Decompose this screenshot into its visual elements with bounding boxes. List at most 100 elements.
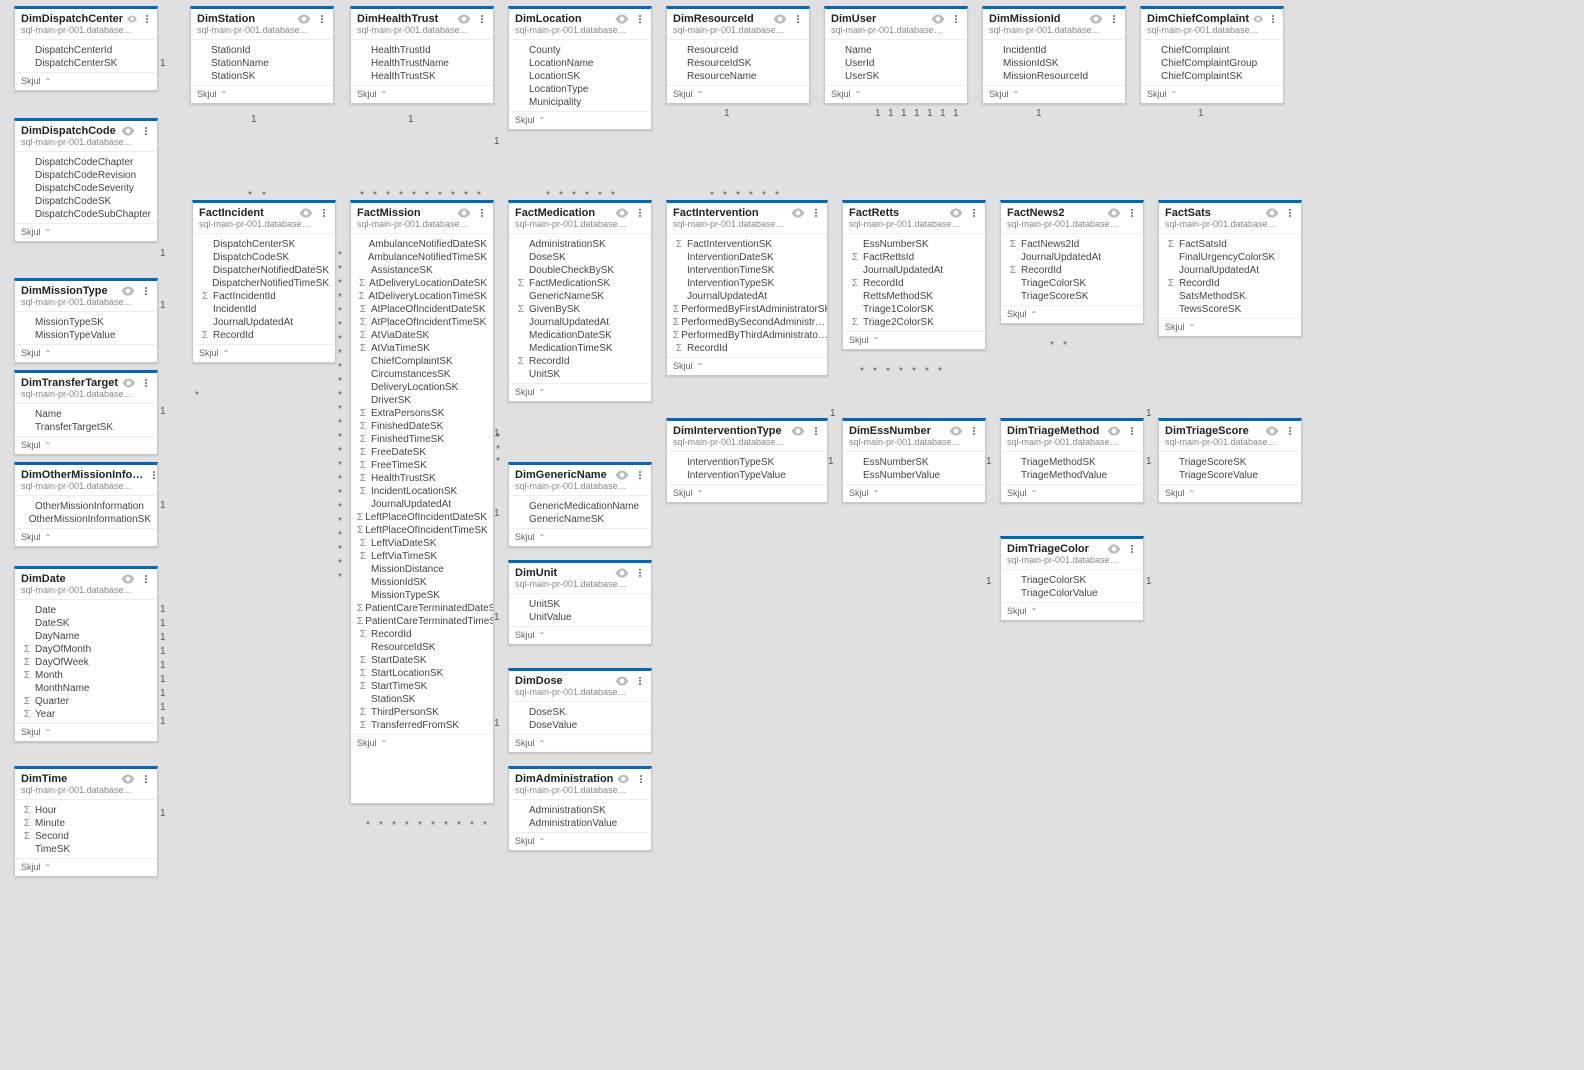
table-header[interactable]: FactRetts (843, 203, 985, 219)
table-DimTriageMethod[interactable]: DimTriageMethodsql-main-pr-001.database…… (1000, 418, 1144, 503)
field-row[interactable]: ΣTriage2ColorSK (843, 316, 985, 329)
field-row[interactable]: JournalUpdatedAt (193, 316, 335, 329)
field-row[interactable]: JournalUpdatedAt (1001, 251, 1143, 264)
table-DimTime[interactable]: DimTimesql-main-pr-001.database…ΣHourΣMi… (14, 766, 158, 877)
field-row[interactable]: UnitSK (509, 368, 651, 381)
more-options-icon[interactable] (153, 471, 155, 479)
collapse-toggle[interactable]: Skjul⌃ (1141, 85, 1283, 103)
field-row[interactable]: TriageColorValue (1001, 587, 1143, 600)
field-row[interactable]: AmbulanceNotifiedDateSK (351, 238, 493, 251)
more-options-icon[interactable] (1109, 15, 1119, 23)
field-row[interactable]: ΣPatientCareTerminatedDateSK (351, 602, 493, 615)
table-DimStation[interactable]: DimStationsql-main-pr-001.database…Stati… (190, 6, 334, 104)
field-row[interactable]: UnitSK (509, 598, 651, 611)
collapse-toggle[interactable]: Skjul⌃ (509, 528, 651, 546)
more-options-icon[interactable] (141, 575, 151, 583)
field-row[interactable]: MissionIdSK (351, 576, 493, 589)
field-row[interactable]: DispatchCodeChapter (15, 156, 157, 169)
field-row[interactable]: ΣLeftPlaceOfIncidentDateSK (351, 511, 493, 524)
field-row[interactable]: ΣMinute (15, 817, 157, 830)
collapse-toggle[interactable]: Skjul⌃ (1001, 305, 1143, 323)
table-DimUser[interactable]: DimUsersql-main-pr-001.database…NameUser… (824, 6, 968, 104)
more-options-icon[interactable] (969, 209, 979, 217)
field-row[interactable]: DoseSK (509, 706, 651, 719)
table-DimDispatchCenter[interactable]: DimDispatchCentersql-main-pr-001.databas… (14, 6, 158, 91)
field-row[interactable]: ΣAtViaDateSK (351, 329, 493, 342)
field-row[interactable]: IncidentId (983, 44, 1125, 57)
more-options-icon[interactable] (141, 775, 151, 783)
field-row[interactable]: ΣAtPlaceOfIncidentDateSK (351, 303, 493, 316)
field-row[interactable]: JournalUpdatedAt (667, 290, 827, 303)
field-row[interactable]: ΣYear (15, 708, 157, 721)
field-row[interactable]: ΣRecordId (843, 277, 985, 290)
field-row[interactable]: ΣFactNews2Id (1001, 238, 1143, 251)
field-row[interactable]: TriageMethodValue (1001, 469, 1143, 482)
more-options-icon[interactable] (1127, 209, 1137, 217)
field-row[interactable]: DispatcherNotifiedTimeSK (193, 277, 335, 290)
collapse-toggle[interactable]: Skjul⌃ (15, 723, 157, 741)
field-row[interactable]: InterventionTimeSK (667, 264, 827, 277)
collapse-toggle[interactable]: Skjul⌃ (825, 85, 967, 103)
field-row[interactable]: TransferTargetSK (15, 421, 157, 434)
more-options-icon[interactable] (635, 471, 645, 479)
table-DimChiefComplaint[interactable]: DimChiefComplaintsql-main-pr-001.databas… (1140, 6, 1284, 104)
field-row[interactable]: DispatcherNotifiedDateSK (193, 264, 335, 277)
field-row[interactable]: DispatchCodeSeverity (15, 182, 157, 195)
field-row[interactable]: InterventionTypeValue (667, 469, 827, 482)
field-row[interactable]: ΣStartLocationSK (351, 667, 493, 680)
table-DimUnit[interactable]: DimUnitsql-main-pr-001.database…UnitSKUn… (508, 560, 652, 645)
field-row[interactable]: UserId (825, 57, 967, 70)
field-row[interactable]: ΣFreeDateSK (351, 446, 493, 459)
field-row[interactable]: MonthName (15, 682, 157, 695)
field-row[interactable]: DeliveryLocationSK (351, 381, 493, 394)
field-row[interactable]: ResourceName (667, 70, 809, 83)
field-row[interactable]: DispatchCodeRevision (15, 169, 157, 182)
field-row[interactable]: GenericNameSK (509, 290, 651, 303)
field-row[interactable]: ChiefComplaintSK (1141, 70, 1283, 83)
field-row[interactable]: TriageScoreSK (1159, 456, 1301, 469)
field-row[interactable]: DoubleCheckBySK (509, 264, 651, 277)
collapse-toggle[interactable]: Skjul⌃ (667, 484, 827, 502)
field-row[interactable]: ResourceIdSK (351, 641, 493, 654)
field-row[interactable]: ΣHealthTrustSK (351, 472, 493, 485)
field-row[interactable]: TimeSK (15, 843, 157, 856)
table-DimDate[interactable]: DimDatesql-main-pr-001.database…DateDate… (14, 566, 158, 742)
table-FactMission[interactable]: FactMissionsql-main-pr-001.database…Ambu… (350, 200, 494, 804)
table-header[interactable]: DimTime (15, 769, 157, 785)
more-options-icon[interactable] (1285, 209, 1295, 217)
more-options-icon[interactable] (635, 209, 645, 217)
table-header[interactable]: DimDose (509, 671, 651, 687)
field-row[interactable]: ΣRecordId (667, 342, 827, 355)
field-row[interactable]: ΣRecordId (1001, 264, 1143, 277)
field-row[interactable]: ΣGivenBySK (509, 303, 651, 316)
more-options-icon[interactable] (1285, 427, 1295, 435)
collapse-toggle[interactable]: Skjul⌃ (1001, 602, 1143, 620)
table-DimMissionType[interactable]: DimMissionTypesql-main-pr-001.database…M… (14, 278, 158, 363)
field-row[interactable]: Name (825, 44, 967, 57)
field-row[interactable]: TriageColorSK (1001, 574, 1143, 587)
field-row[interactable]: DispatchCenterSK (15, 57, 157, 70)
field-row[interactable]: ΣRecordId (351, 628, 493, 641)
collapse-toggle[interactable]: Skjul⌃ (843, 331, 985, 349)
field-row[interactable]: AmbulanceNotifiedTimeSK (351, 251, 493, 264)
field-row[interactable]: HealthTrustSK (351, 70, 493, 83)
more-options-icon[interactable] (144, 15, 151, 23)
field-row[interactable]: DispatchCodeSK (15, 195, 157, 208)
field-row[interactable]: ResourceIdSK (667, 57, 809, 70)
field-row[interactable]: ΣFinishedDateSK (351, 420, 493, 433)
table-DimAdministration[interactable]: DimAdministrationsql-main-pr-001.databas… (508, 766, 652, 851)
field-row[interactable]: ΣRecordId (509, 355, 651, 368)
field-row[interactable]: ΣIncidentLocationSK (351, 485, 493, 498)
table-header[interactable]: DimInterventionType (667, 421, 827, 437)
collapse-toggle[interactable]: Skjul⌃ (509, 734, 651, 752)
field-row[interactable]: ΣThirdPersonSK (351, 706, 493, 719)
table-DimHealthTrust[interactable]: DimHealthTrustsql-main-pr-001.database…H… (350, 6, 494, 104)
field-row[interactable]: ΣFactIncidentId (193, 290, 335, 303)
field-row[interactable]: DayName (15, 630, 157, 643)
table-header[interactable]: DimUser (825, 9, 967, 25)
table-header[interactable]: DimUnit (509, 563, 651, 579)
field-row[interactable]: ΣRecordId (193, 329, 335, 342)
field-row[interactable]: ResourceId (667, 44, 809, 57)
table-FactNews2[interactable]: FactNews2sql-main-pr-001.database…ΣFactN… (1000, 200, 1144, 324)
field-row[interactable]: ΣPatientCareTerminatedTimeSK (351, 615, 493, 628)
